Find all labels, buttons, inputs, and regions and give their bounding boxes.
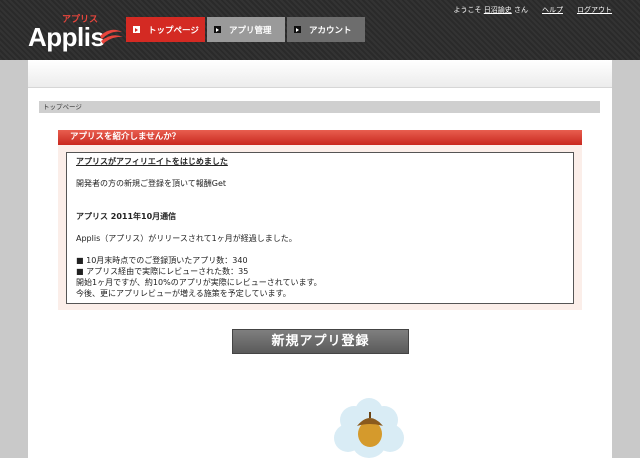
arrow-icon xyxy=(214,26,221,33)
user-greeting: ようこそ 日沼諭史 さん xyxy=(453,6,528,14)
breadcrumb: トップページ xyxy=(39,101,600,113)
nav-item-label: アプリ管理 xyxy=(229,25,272,36)
applis-logo[interactable]: アプリス Applis xyxy=(28,12,128,52)
newsletter-line: 今後、更にアプリレビューが増える施策を予定しています。 xyxy=(76,289,291,298)
user-name-link[interactable]: 日沼諭史 xyxy=(484,6,512,14)
acorn-mascot-icon xyxy=(334,398,404,458)
user-links: ようこそ 日沼諭史 さん ヘルプ ログアウト xyxy=(454,5,612,15)
logout-link[interactable]: ログアウト xyxy=(577,5,612,15)
register-app-button[interactable]: 新規アプリ登録 xyxy=(232,329,409,354)
notice-body: アプリスがアフィリエイトをはじめました 開発者の方の新規ご登録を頂いて報酬Get… xyxy=(66,152,574,304)
newsletter-line: ■ アプリス経由で実際にレビューされた数：35 xyxy=(76,267,249,276)
logo-swoosh-icon xyxy=(100,29,123,44)
arrow-icon xyxy=(294,26,301,33)
help-link[interactable]: ヘルプ xyxy=(542,5,563,15)
nav-item-account[interactable]: アカウント xyxy=(287,17,365,42)
top-band xyxy=(28,60,612,88)
notice-panel: アプリスを紹介しませんか？ アプリスがアフィリエイトをはじめました 開発者の方の… xyxy=(58,130,582,310)
nav-item-top[interactable]: トップページ xyxy=(126,17,205,42)
newsletter-lead: Applis（アプリス）がリリースされて1ヶ月が経過しました。 xyxy=(76,234,297,243)
notice-title: アプリスがアフィリエイトをはじめました xyxy=(76,157,228,166)
header: アプリス Applis トップページ アプリ管理 アカウント ようこそ 日沼諭史… xyxy=(0,0,640,60)
newsletter-line: ■ 10月末時点でのご登録頂いたアプリ数：340 xyxy=(76,256,248,265)
nav-item-label: アカウント xyxy=(309,25,352,36)
newsletter-line: 開始1ヶ月ですが、約10%のアプリが実際にレビューされています。 xyxy=(76,278,322,287)
notice-heading: アプリスを紹介しませんか？ xyxy=(58,130,582,145)
newsletter-title: アプリス 2011年10月通信 xyxy=(76,212,177,221)
nav-item-label: トップページ xyxy=(148,25,199,36)
nav-item-app-management[interactable]: アプリ管理 xyxy=(207,17,285,42)
arrow-icon xyxy=(133,26,140,33)
logo-text: Applis xyxy=(28,22,105,52)
notice-intro: 開発者の方の新規ご登録を頂いて報酬Get xyxy=(76,179,227,188)
